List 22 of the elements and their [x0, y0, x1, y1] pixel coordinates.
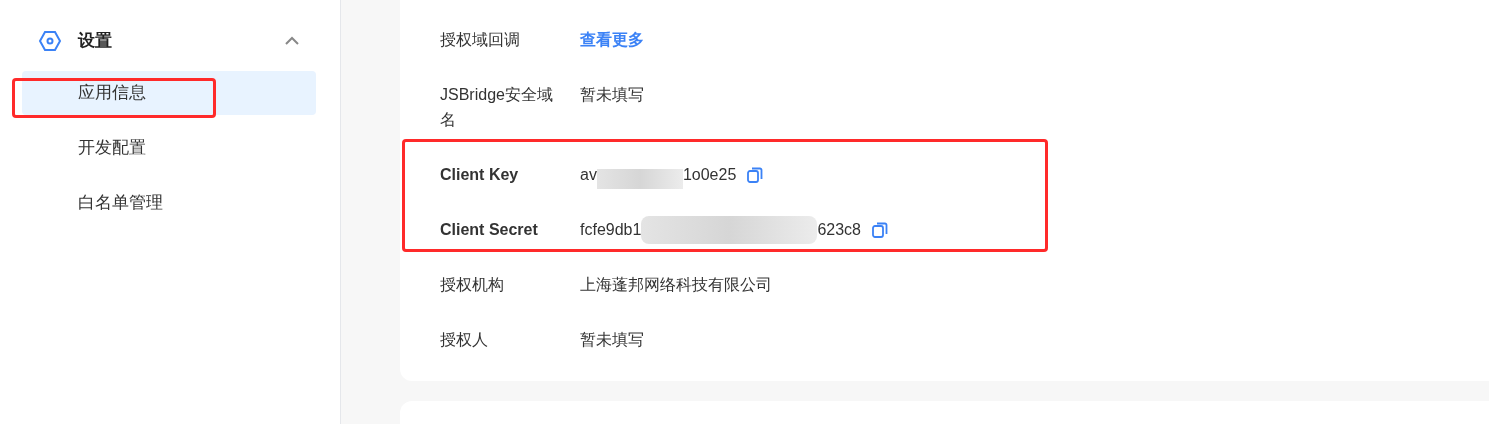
settings-icon — [38, 30, 62, 52]
settings-group-header[interactable]: 设置 — [0, 26, 340, 56]
field-value: 上海蓬邦网络科技有限公司 — [580, 276, 772, 293]
field-label: JSBridge安全域名 — [440, 85, 554, 130]
copy-icon[interactable] — [746, 165, 765, 184]
field-label: 授权机构 — [440, 275, 505, 295]
group-title: 设置 — [78, 30, 112, 53]
field-label: Client Key — [440, 165, 520, 185]
field-label: Client Secret — [440, 220, 539, 240]
field-value: av — [580, 165, 597, 185]
field-value: 暂未填写 — [580, 331, 644, 348]
field-label: 授权域回调 — [440, 30, 521, 50]
field-value: 暂未填写 — [580, 86, 644, 103]
sidebar-item[interactable]: 开发配置 — [22, 126, 316, 170]
field-label: 授权人 — [440, 330, 489, 350]
copy-icon[interactable] — [871, 220, 889, 239]
field-value: 1o0e25 — [682, 165, 737, 185]
sidebar-item[interactable]: 应用信息 — [22, 71, 316, 115]
field-value: 623c8 — [817, 220, 861, 240]
sidebar-item[interactable]: 白名单管理 — [22, 181, 316, 225]
field-value: fcfe9db1 — [580, 220, 642, 240]
view-more-link[interactable]: 查看更多 — [580, 31, 644, 48]
